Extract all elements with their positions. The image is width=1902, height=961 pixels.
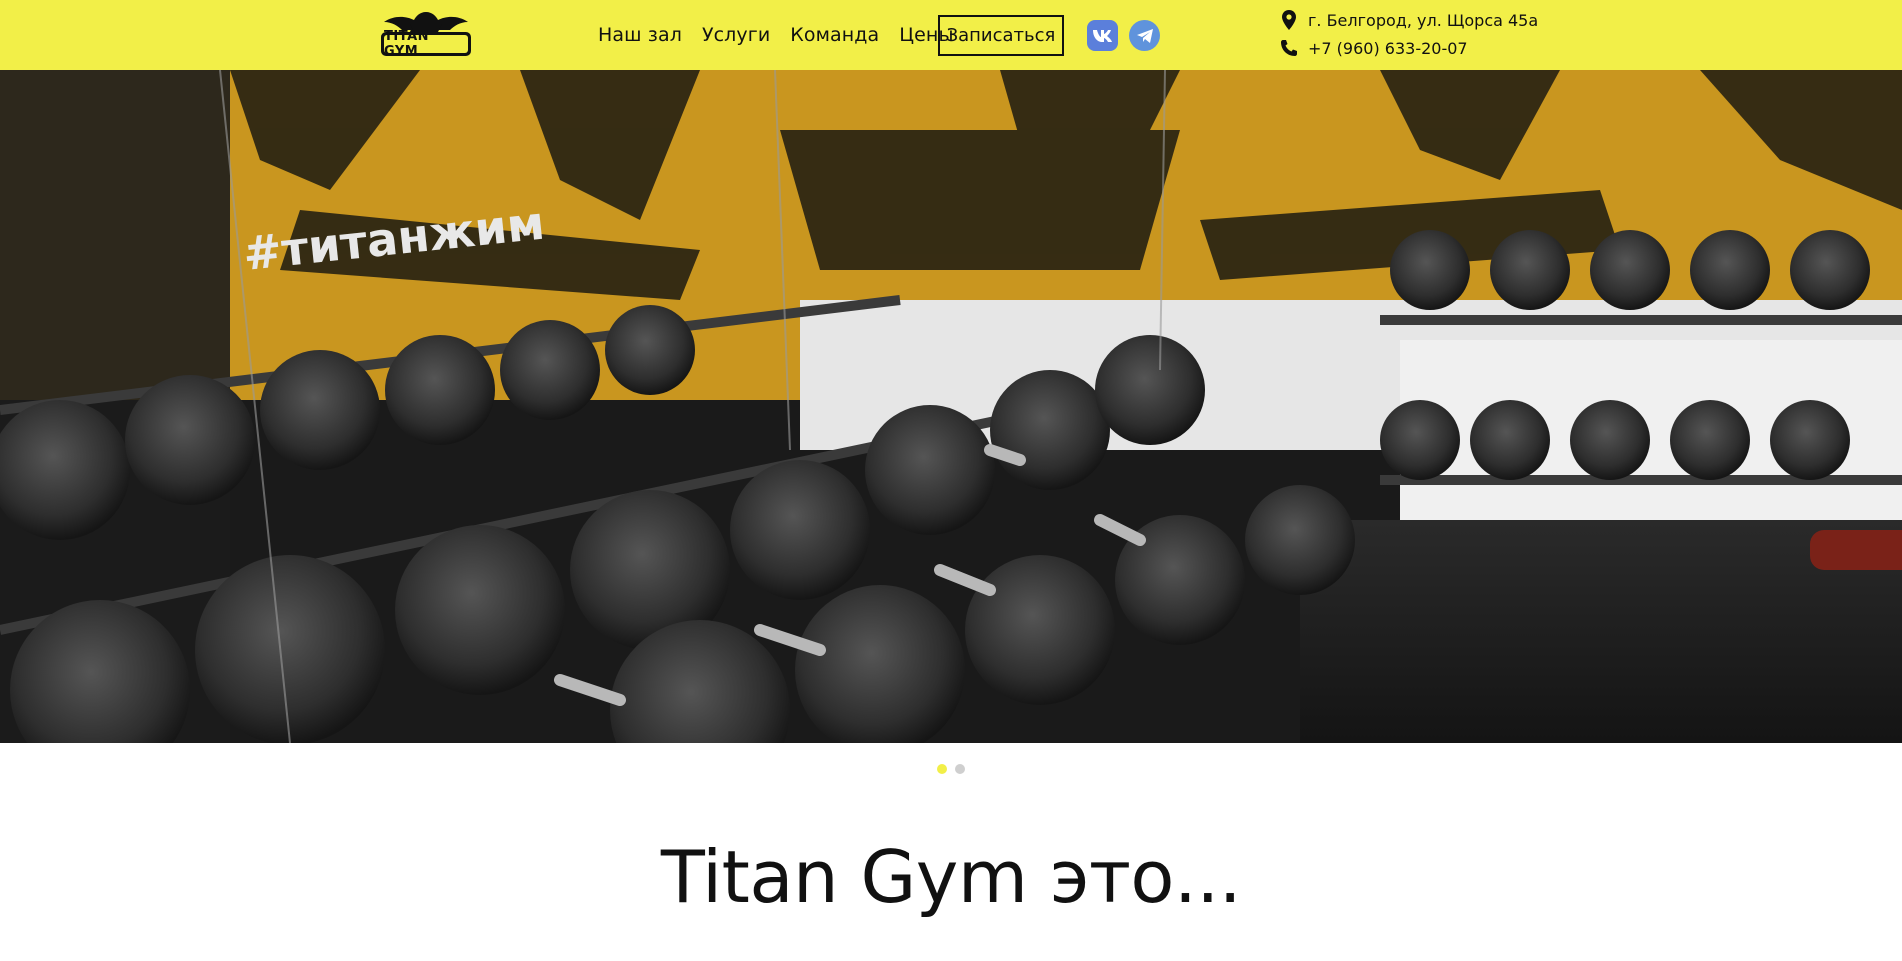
main-nav: Наш зал Услуги Команда Цены: [598, 0, 974, 70]
nav-item-gym[interactable]: Наш зал: [598, 24, 682, 46]
section-headline: Titan Gym это...: [660, 835, 1242, 919]
site-header: TITAN GYM Наш зал Услуги Команда Цены За…: [0, 0, 1902, 70]
phone-text: +7 (960) 633-20-07: [1308, 38, 1468, 58]
nav-item-services[interactable]: Услуги: [702, 24, 770, 46]
slider-dot-1[interactable]: [937, 764, 947, 774]
nav-item-team[interactable]: Команда: [790, 24, 879, 46]
logo-text: TITAN GYM: [384, 29, 430, 59]
signup-button[interactable]: Записаться: [938, 15, 1064, 56]
map-pin-icon: [1280, 10, 1298, 30]
address-text: г. Белгород, ул. Щорса 45а: [1308, 10, 1539, 30]
slider-dot-2[interactable]: [955, 764, 965, 774]
hero-slider[interactable]: #титанжим: [0, 70, 1902, 743]
hero-gym-photo: #титанжим: [0, 70, 1902, 743]
titan-gym-logo[interactable]: TITAN GYM: [380, 10, 472, 59]
vk-icon[interactable]: [1087, 20, 1118, 51]
address: г. Белгород, ул. Щорса 45а: [1280, 10, 1538, 30]
telegram-icon[interactable]: [1129, 20, 1160, 51]
phone[interactable]: +7 (960) 633-20-07: [1280, 38, 1468, 58]
phone-icon: [1280, 38, 1298, 58]
slider-dots: [937, 764, 973, 774]
